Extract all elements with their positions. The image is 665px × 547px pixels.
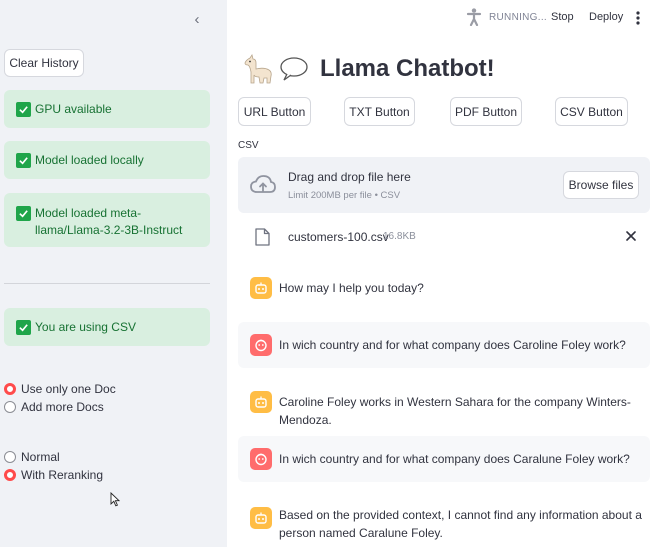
message-text: Caroline Foley works in Western Sahara f… bbox=[279, 395, 631, 427]
bot-avatar-icon bbox=[250, 507, 272, 529]
checkbox-checked-icon bbox=[16, 206, 31, 221]
radio-use-one-doc[interactable]: Use only one Doc bbox=[4, 382, 116, 396]
uploader-label: CSV bbox=[238, 140, 259, 151]
file-size: 16.8KB bbox=[383, 231, 416, 242]
checkbox-checked-icon bbox=[16, 101, 31, 117]
radio-normal[interactable]: Normal bbox=[4, 450, 60, 464]
status-text: You are using CSV bbox=[35, 319, 136, 334]
chat-message-assistant: Based on the provided context, I cannot … bbox=[238, 496, 650, 547]
chat-message-user: In wich country and for what company doe… bbox=[238, 322, 650, 368]
sidebar-divider bbox=[4, 283, 210, 284]
speech-bubble-emoji bbox=[280, 57, 308, 81]
dropzone-limit: Limit 200MB per file • CSV bbox=[288, 190, 401, 201]
status-gpu-available: GPU available bbox=[4, 90, 210, 128]
radio-label: Add more Docs bbox=[21, 400, 104, 414]
running-status: RUNNING... bbox=[489, 12, 547, 23]
message-text: In wich country and for what company doe… bbox=[279, 452, 630, 466]
status-model-loaded-locally: Model loaded locally bbox=[4, 141, 210, 179]
chat-message-assistant: How may I help you today? bbox=[238, 267, 650, 309]
mouse-cursor-icon bbox=[110, 492, 120, 507]
deploy-button[interactable]: Deploy bbox=[589, 11, 623, 23]
status-text: Model loaded locally bbox=[35, 152, 144, 167]
csv-button[interactable]: CSV Button bbox=[555, 97, 628, 126]
radio-unselected-icon[interactable] bbox=[4, 451, 16, 463]
dropzone-title: Drag and drop file here bbox=[288, 170, 411, 184]
chevron-left-icon[interactable]: ‹ bbox=[190, 12, 204, 28]
running-person-icon bbox=[466, 8, 482, 26]
txt-button[interactable]: TXT Button bbox=[344, 97, 415, 126]
file-icon bbox=[255, 228, 270, 246]
radio-label: Normal bbox=[21, 450, 60, 464]
stop-button[interactable]: Stop bbox=[551, 11, 574, 23]
sidebar: ‹ Clear History GPU available Model load… bbox=[0, 0, 227, 547]
pdf-button[interactable]: PDF Button bbox=[450, 97, 522, 126]
checkbox-checked-icon bbox=[16, 152, 31, 168]
status-text: GPU available bbox=[35, 101, 112, 116]
clear-history-button[interactable]: Clear History bbox=[4, 49, 84, 77]
bot-avatar-icon bbox=[250, 277, 272, 299]
radio-unselected-icon[interactable] bbox=[4, 401, 16, 413]
file-dropzone[interactable]: Drag and drop file here Limit 200MB per … bbox=[238, 157, 650, 213]
page-title: Llama Chatbot! bbox=[242, 54, 495, 84]
url-button[interactable]: URL Button bbox=[238, 97, 311, 126]
message-text: In wich country and for what company doe… bbox=[279, 338, 626, 352]
uploaded-file: customers-100.csv 16.8KB bbox=[238, 222, 650, 252]
message-text: How may I help you today? bbox=[279, 281, 424, 295]
close-icon[interactable] bbox=[625, 230, 637, 242]
user-avatar-icon bbox=[250, 448, 272, 470]
message-text: Based on the provided context, I cannot … bbox=[279, 508, 642, 540]
bot-avatar-icon bbox=[250, 391, 272, 413]
chat-message-assistant: Caroline Foley works in Western Sahara f… bbox=[238, 380, 650, 427]
status-model-name: Model loaded meta-llama/Llama-3.2-3B-Ins… bbox=[4, 193, 210, 247]
llama-emoji bbox=[244, 54, 272, 84]
browse-files-button[interactable]: Browse files bbox=[563, 171, 639, 199]
radio-label: With Reranking bbox=[21, 468, 104, 482]
status-using-csv: You are using CSV bbox=[4, 308, 210, 346]
checkbox-checked-icon bbox=[16, 319, 31, 335]
user-avatar-icon bbox=[250, 334, 272, 356]
status-text: Model loaded meta-llama/Llama-3.2-3B-Ins… bbox=[35, 206, 183, 237]
kebab-menu-icon[interactable] bbox=[634, 10, 642, 26]
radio-selected-icon[interactable] bbox=[4, 469, 16, 481]
radio-label: Use only one Doc bbox=[21, 382, 116, 396]
radio-with-reranking[interactable]: With Reranking bbox=[4, 468, 103, 482]
radio-add-more-docs[interactable]: Add more Docs bbox=[4, 400, 104, 414]
cloud-upload-icon bbox=[250, 175, 276, 193]
chat-message-user: In wich country and for what company doe… bbox=[238, 436, 650, 482]
radio-selected-icon[interactable] bbox=[4, 383, 16, 395]
page-title-text: Llama Chatbot! bbox=[320, 55, 495, 82]
file-name: customers-100.csv bbox=[288, 230, 389, 244]
